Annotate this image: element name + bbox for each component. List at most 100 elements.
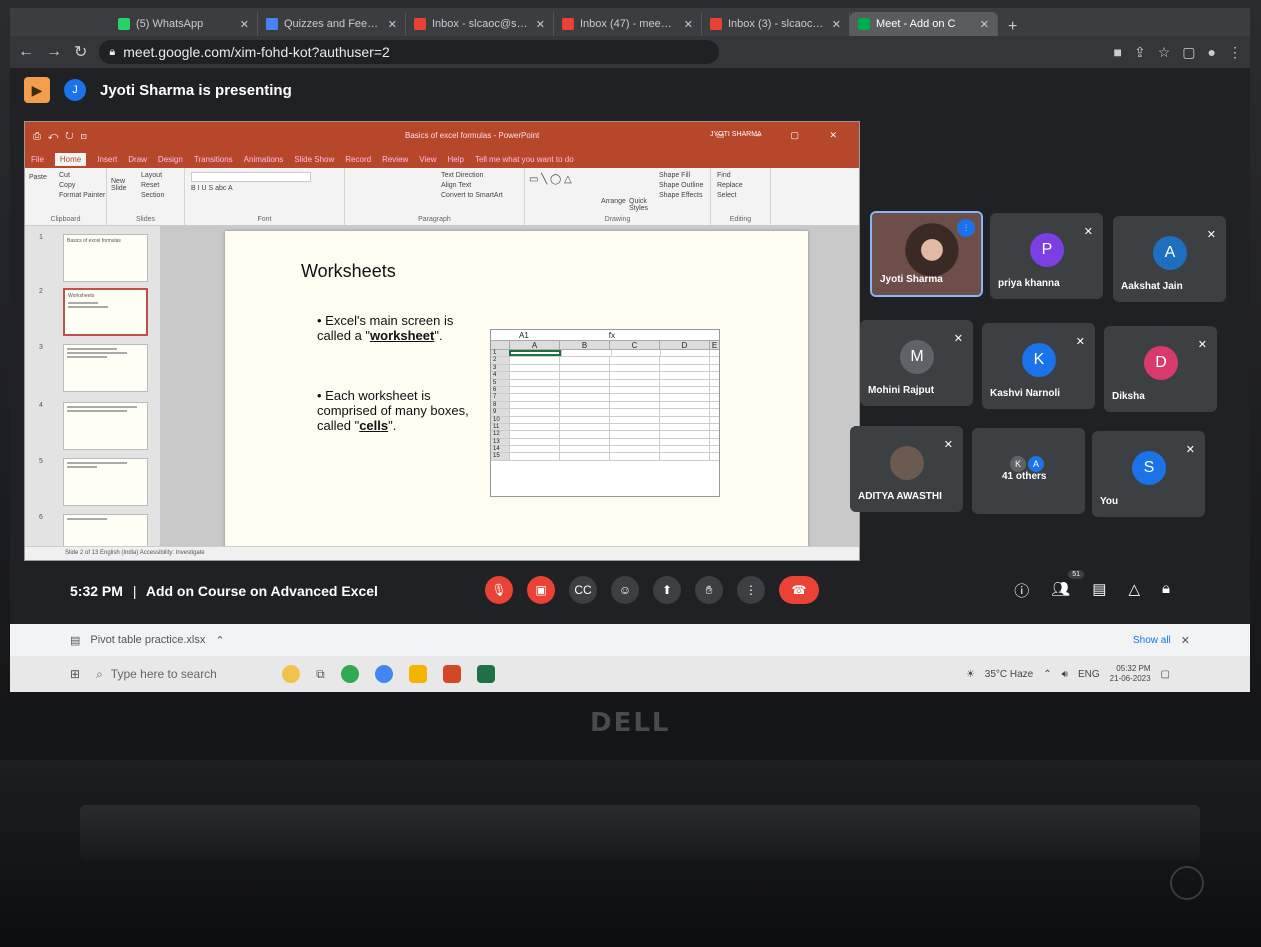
text-direction-button[interactable]: Text Direction: [441, 172, 518, 179]
slide-thumbnail-selected[interactable]: Worksheets: [63, 288, 148, 336]
browser-tab[interactable]: Inbox - slcaoc@shyam ✕: [406, 12, 554, 36]
participant-tile[interactable]: ✕ A Aakshat Jain: [1113, 216, 1226, 302]
ribbon-tab[interactable]: Insert: [97, 155, 117, 164]
browser-tab[interactable]: (5) WhatsApp ✕: [110, 12, 258, 36]
ribbon-tab-active[interactable]: Home: [54, 152, 87, 166]
mic-toggle-button[interactable]: 🎙︎: [485, 576, 513, 604]
share-icon[interactable]: ⇪: [1134, 44, 1146, 61]
browser-tab-active[interactable]: Meet - Add on C ✕: [850, 12, 998, 36]
presentation-icon[interactable]: ▶: [24, 77, 50, 103]
participant-tile[interactable]: ⫶ Jyoti Sharma: [870, 211, 983, 297]
reload-icon[interactable]: ↻: [74, 42, 87, 62]
file-explorer-icon[interactable]: [408, 665, 427, 683]
bookmark-star-icon[interactable]: ☆: [1158, 44, 1171, 61]
slide-thumbnail[interactable]: [63, 402, 148, 450]
menu-icon[interactable]: ⋮: [1228, 44, 1242, 61]
cut-button[interactable]: Cut: [59, 172, 100, 179]
chrome-profile-icon[interactable]: [374, 665, 393, 683]
activities-icon[interactable]: △: [1128, 580, 1140, 601]
forward-icon[interactable]: →: [46, 43, 62, 61]
ribbon-tab[interactable]: Design: [158, 155, 183, 164]
volume-icon[interactable]: 🔊︎: [1062, 669, 1068, 680]
close-icon[interactable]: ✕: [388, 18, 397, 31]
close-icon[interactable]: ✕: [1181, 634, 1190, 647]
ribbon-tab[interactable]: Draw: [128, 155, 147, 164]
find-button[interactable]: Find: [717, 172, 764, 179]
slide-thumbnail[interactable]: Basics of excel formulas: [63, 234, 148, 282]
address-bar[interactable]: 🔒︎ meet.google.com/xim-fohd-kot?authuser…: [99, 40, 720, 64]
close-icon[interactable]: ✕: [240, 18, 249, 31]
excel-icon[interactable]: [476, 665, 495, 683]
select-button[interactable]: Select: [717, 192, 764, 199]
new-slide-button[interactable]: New Slide: [111, 178, 133, 192]
layout-button[interactable]: Layout: [141, 172, 178, 179]
arrange-button[interactable]: Arrange: [601, 198, 626, 205]
emoji-button[interactable]: ☺: [611, 576, 639, 604]
shapes-gallery[interactable]: ▭ ╲ ◯ △: [529, 174, 572, 185]
more-options-button[interactable]: ⋮: [737, 576, 765, 604]
ribbon-tab[interactable]: Slide Show: [294, 155, 334, 164]
chevron-up-icon[interactable]: ⌃: [1043, 669, 1051, 680]
profile-icon[interactable]: ●: [1208, 44, 1216, 60]
replace-button[interactable]: Replace: [717, 182, 764, 189]
clock[interactable]: 05:32 PM 21-06-2023: [1110, 664, 1151, 684]
close-icon[interactable]: ✕: [980, 18, 989, 31]
format-painter-button[interactable]: Format Painter: [59, 192, 105, 199]
participant-tile[interactable]: ✕ P priya khanna: [990, 213, 1103, 299]
host-controls-icon[interactable]: 🔒︎: [1162, 580, 1170, 601]
camera-icon[interactable]: ■: [1114, 44, 1122, 60]
ribbon-tab[interactable]: View: [419, 155, 436, 164]
copy-button[interactable]: Copy: [59, 182, 100, 189]
chat-icon[interactable]: ▤: [1092, 580, 1106, 601]
align-text-button[interactable]: Align Text: [441, 182, 518, 189]
powerpoint-icon[interactable]: [442, 665, 461, 683]
close-icon[interactable]: ✕: [684, 18, 693, 31]
participant-tile[interactable]: K A 41 others: [972, 428, 1085, 514]
language-indicator[interactable]: ENG: [1078, 669, 1100, 680]
info-icon[interactable]: ⓘ: [1014, 580, 1029, 601]
people-icon[interactable]: 👥︎: [1051, 580, 1070, 601]
browser-tab[interactable]: Quizzes and Feedback ✕: [258, 12, 406, 36]
font-name-select[interactable]: [191, 172, 311, 182]
smartart-button[interactable]: Convert to SmartArt: [441, 192, 518, 199]
shape-outline-button[interactable]: Shape Outline: [659, 182, 704, 189]
ribbon-tab[interactable]: File: [31, 155, 44, 164]
cortana-icon[interactable]: [282, 665, 301, 683]
chevron-up-icon[interactable]: ⌃: [215, 634, 224, 647]
close-icon[interactable]: ✕: [536, 18, 545, 31]
windows-start-icon[interactable]: ⊞: [70, 667, 80, 681]
shape-effects-button[interactable]: Shape Effects: [659, 192, 704, 199]
participant-tile[interactable]: ✕ D Diksha: [1104, 326, 1217, 412]
camera-toggle-button[interactable]: ▣: [527, 576, 555, 604]
show-all-link[interactable]: Show all: [1133, 635, 1171, 646]
close-icon[interactable]: ✕: [832, 18, 841, 31]
reset-button[interactable]: Reset: [141, 182, 178, 189]
section-button[interactable]: Section: [141, 192, 178, 199]
raise-hand-button[interactable]: ✋︎: [695, 576, 723, 604]
task-view-icon[interactable]: ⧉: [316, 667, 325, 682]
quick-styles-button[interactable]: Quick Styles: [629, 198, 653, 212]
quick-access-toolbar[interactable]: ⎙ ↶ ↻ ⊡: [33, 131, 89, 142]
participant-tile[interactable]: ✕ K Kashvi Narnoli: [982, 323, 1095, 409]
paste-button[interactable]: Paste: [29, 174, 47, 181]
captions-button[interactable]: CC: [569, 576, 597, 604]
ribbon-tab[interactable]: Transitions: [194, 155, 233, 164]
back-icon[interactable]: ←: [18, 43, 34, 61]
ribbon-tab[interactable]: Review: [382, 155, 408, 164]
slide-thumbnail[interactable]: [63, 458, 148, 506]
browser-tab[interactable]: Inbox (47) - meena.yad ✕: [554, 12, 702, 36]
weather-text[interactable]: 35°C Haze: [985, 669, 1033, 680]
participant-tile[interactable]: ✕ ADITYA AWASTHI: [850, 426, 963, 512]
end-call-button[interactable]: ☎︎: [779, 576, 819, 604]
chrome-icon[interactable]: [340, 665, 359, 683]
notification-icon[interactable]: ▢: [1161, 669, 1170, 680]
download-item[interactable]: Pivot table practice.xlsx: [90, 634, 205, 646]
taskbar-search[interactable]: ⌕ Type here to search: [96, 662, 266, 686]
participant-tile-self[interactable]: ✕ S You: [1092, 431, 1205, 517]
participant-tile[interactable]: ✕ M Mohini Rajput: [860, 320, 973, 406]
ribbon-tab[interactable]: Record: [345, 155, 371, 164]
new-tab-icon[interactable]: +: [998, 18, 1027, 36]
current-slide[interactable]: Worksheets • Excel's main screen is call…: [225, 231, 808, 549]
window-controls[interactable]: ▭ – ▢ ✕: [716, 130, 851, 141]
sidepanel-icon[interactable]: ▢: [1182, 44, 1195, 61]
